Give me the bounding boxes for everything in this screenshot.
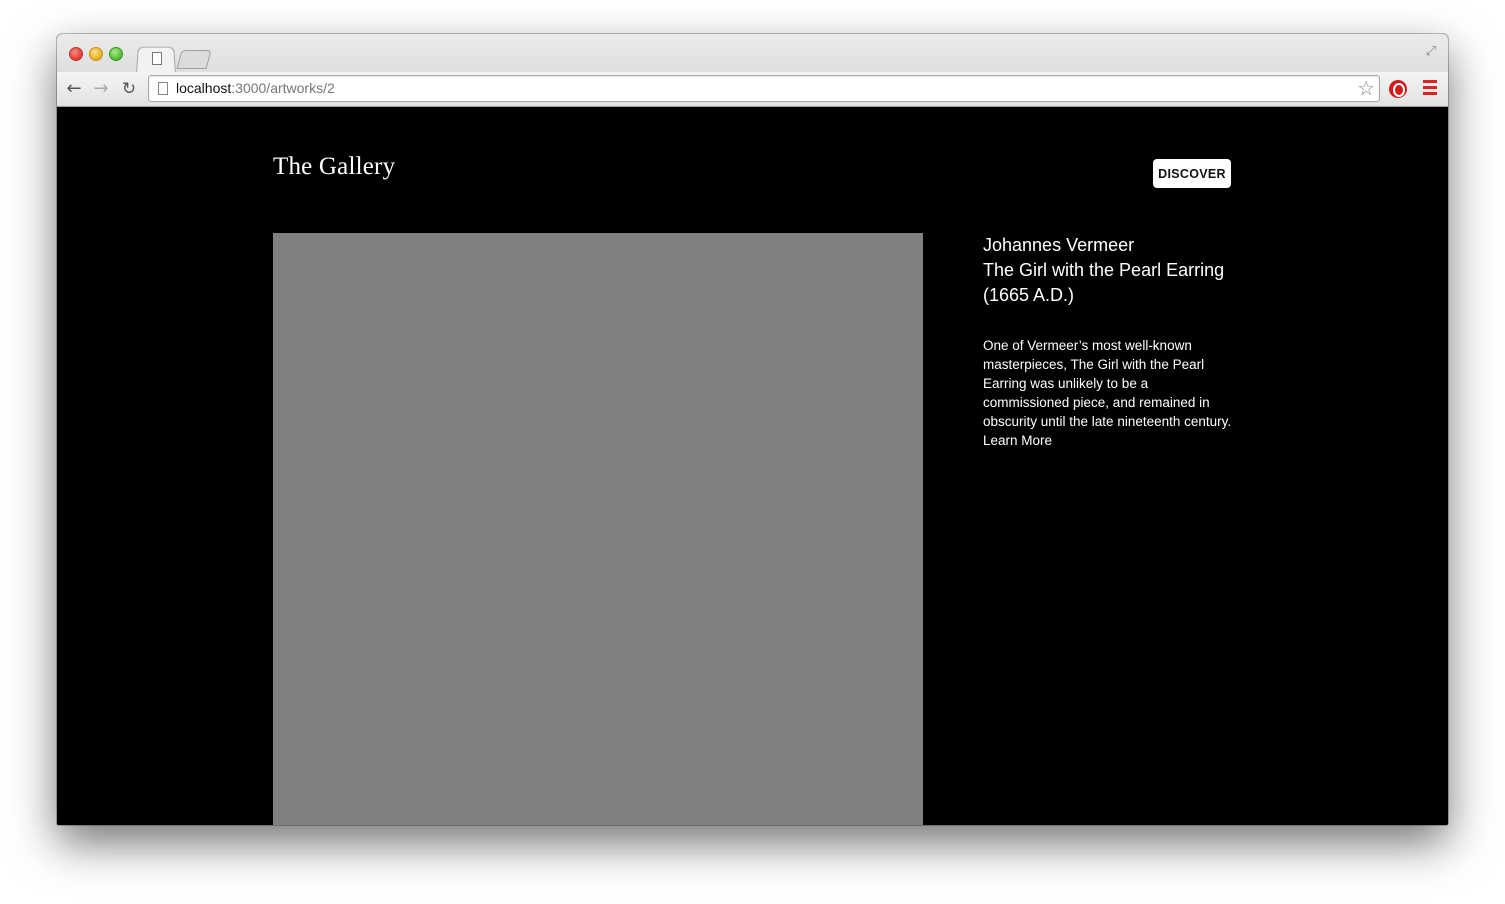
maximize-window-button[interactable]: [109, 47, 123, 61]
close-window-button[interactable]: [69, 47, 83, 61]
page-viewport: The Gallery DISCOVER Johannes Vermeer Th…: [57, 107, 1448, 825]
artwork-title: The Girl with the Pearl Earring: [983, 260, 1225, 280]
reload-icon[interactable]: ↻: [118, 78, 140, 100]
minimize-window-button[interactable]: [89, 47, 103, 61]
artwork-heading: Johannes Vermeer The Girl with the Pearl…: [983, 233, 1243, 308]
opera-extension-icon[interactable]: [1389, 80, 1407, 98]
bookmark-star-icon[interactable]: ☆: [1357, 77, 1375, 99]
browser-toolbar: ← → ↻ localhost:3000/artworks/2 ☆: [57, 72, 1448, 106]
artist-name: Johannes Vermeer: [983, 235, 1135, 255]
fullscreen-icon[interactable]: ⤢: [1424, 45, 1438, 59]
url-path: :3000/artworks/2: [231, 80, 335, 96]
page-icon: [158, 82, 168, 95]
discover-button[interactable]: DISCOVER: [1153, 159, 1231, 188]
learn-more-link[interactable]: Learn More: [983, 431, 1243, 450]
artwork-info: Johannes Vermeer The Girl with the Pearl…: [983, 233, 1243, 450]
artwork-description: One of Vermeer’s most well-known masterp…: [983, 338, 1232, 429]
new-tab-button[interactable]: [176, 50, 212, 69]
artwork-date: (1665 A.D.): [983, 285, 1075, 305]
address-bar-url[interactable]: localhost:3000/artworks/2: [176, 80, 335, 96]
forward-arrow-icon[interactable]: →: [90, 78, 112, 100]
back-arrow-icon[interactable]: ←: [63, 78, 85, 100]
browser-tab-strip: ⤢ ← → ↻ localhost:3000/artworks/2 ☆: [57, 34, 1448, 107]
site-title[interactable]: The Gallery: [273, 153, 395, 181]
address-bar[interactable]: localhost:3000/artworks/2 ☆: [148, 75, 1380, 102]
url-host: localhost: [176, 80, 232, 96]
hamburger-menu-icon[interactable]: [1423, 80, 1437, 96]
tab-page-icon: [152, 52, 162, 65]
artwork-image: [273, 233, 923, 825]
browser-window: ⤢ ← → ↻ localhost:3000/artworks/2 ☆ The …: [57, 34, 1448, 825]
